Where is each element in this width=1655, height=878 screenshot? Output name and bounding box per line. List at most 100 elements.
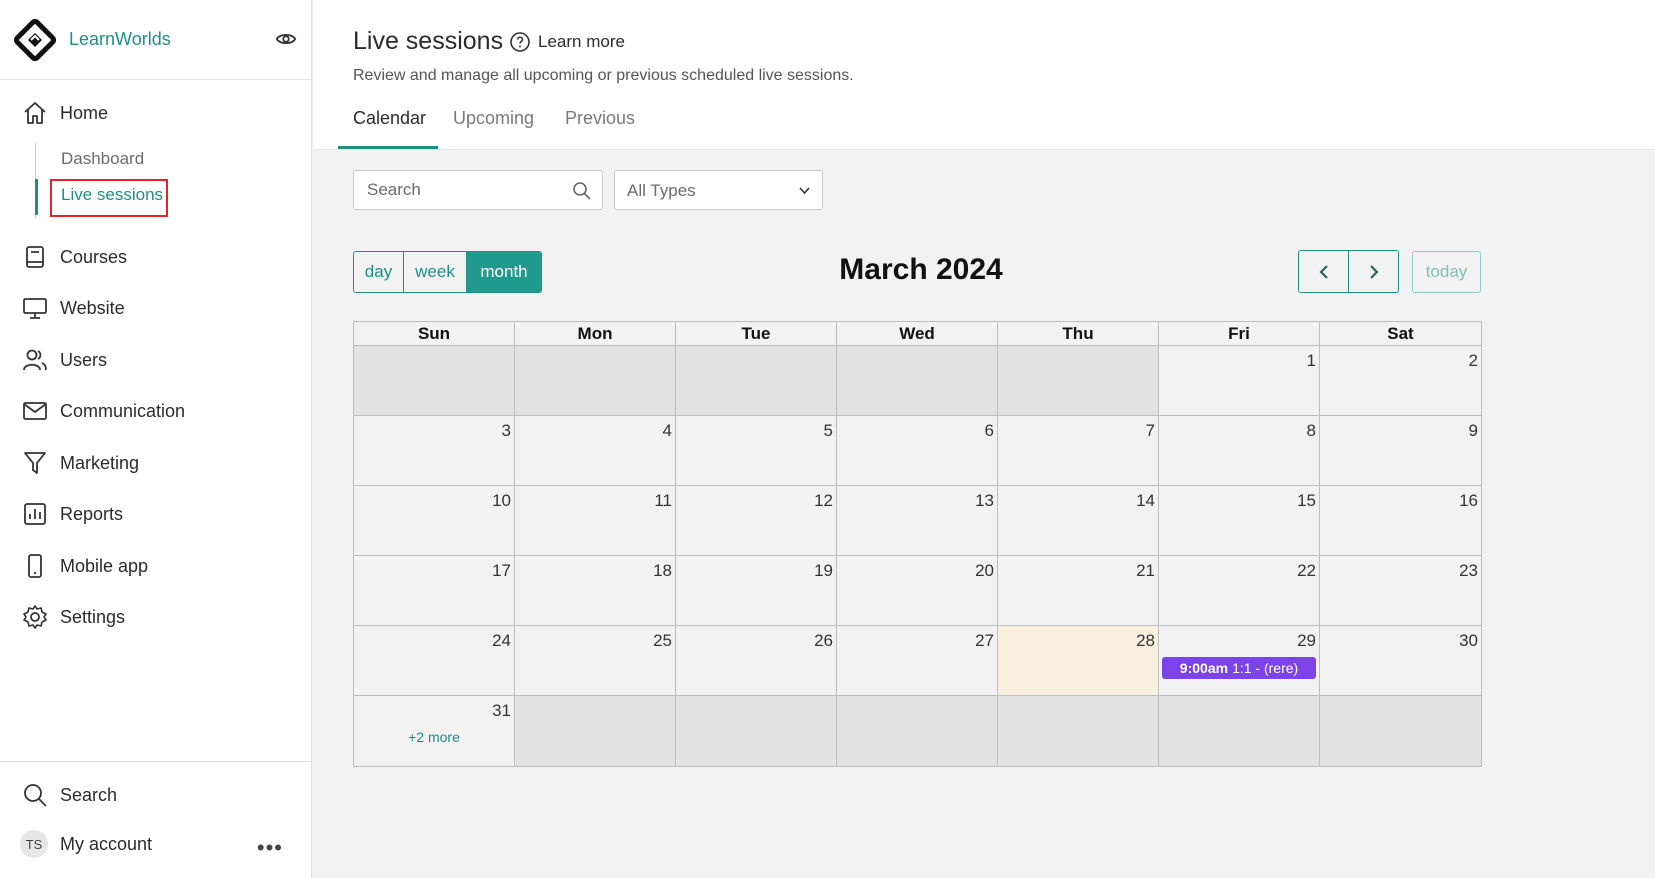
calendar-day-cell-empty[interactable] <box>837 696 998 766</box>
calendar-day-cell[interactable]: 29 9:00am 1:1 - (rere) <box>1159 626 1320 696</box>
view-month-button[interactable]: month <box>467 252 541 292</box>
day-number[interactable]: 18 <box>653 561 672 581</box>
type-select[interactable]: All Types <box>614 170 823 210</box>
sidebar-item-settings[interactable]: Settings <box>22 602 125 632</box>
day-number[interactable]: 15 <box>1297 491 1316 511</box>
sidebar-item-reports[interactable]: Reports <box>22 499 123 529</box>
tab-previous[interactable]: Previous <box>565 108 635 129</box>
calendar-day-cell[interactable]: 17 <box>354 556 515 626</box>
sidebar-item-courses[interactable]: Courses <box>22 242 127 272</box>
calendar-day-cell[interactable]: 22 <box>1159 556 1320 626</box>
calendar-day-cell[interactable]: 15 <box>1159 486 1320 556</box>
calendar-day-cell[interactable]: 30 <box>1320 626 1481 696</box>
calendar-day-cell[interactable]: 23 <box>1320 556 1481 626</box>
day-number[interactable]: 23 <box>1459 561 1478 581</box>
sidebar-item-communication[interactable]: Communication <box>22 396 185 426</box>
calendar-day-cell-empty[interactable] <box>676 346 837 416</box>
sidebar-item-marketing[interactable]: Marketing <box>22 448 139 478</box>
view-week-button[interactable]: week <box>404 252 467 292</box>
calendar-day-cell[interactable]: 5 <box>676 416 837 486</box>
day-number[interactable]: 16 <box>1459 491 1478 511</box>
day-number[interactable]: 20 <box>975 561 994 581</box>
prev-month-button[interactable] <box>1299 251 1349 292</box>
calendar-day-cell-empty[interactable] <box>1159 696 1320 766</box>
more-options-icon[interactable]: ••• <box>257 835 283 861</box>
calendar-day-cell[interactable]: 31 +2 more <box>354 696 515 766</box>
calendar-day-cell-empty[interactable] <box>354 346 515 416</box>
calendar-day-cell[interactable]: 26 <box>676 626 837 696</box>
calendar-day-cell[interactable]: 27 <box>837 626 998 696</box>
sidebar-item-home[interactable]: Home <box>22 98 108 128</box>
tab-upcoming[interactable]: Upcoming <box>453 108 534 129</box>
calendar-day-cell[interactable]: 24 <box>354 626 515 696</box>
day-number[interactable]: 13 <box>975 491 994 511</box>
day-number[interactable]: 21 <box>1136 561 1155 581</box>
day-number[interactable]: 10 <box>492 491 511 511</box>
calendar-day-cell[interactable]: 3 <box>354 416 515 486</box>
day-number[interactable]: 11 <box>654 491 672 511</box>
day-number[interactable]: 7 <box>1146 421 1155 441</box>
tab-calendar[interactable]: Calendar <box>353 108 426 129</box>
search-icon[interactable] <box>572 181 592 201</box>
day-number[interactable]: 26 <box>814 631 833 651</box>
calendar-day-cell[interactable]: 7 <box>998 416 1159 486</box>
calendar-day-cell[interactable]: 6 <box>837 416 998 486</box>
next-month-button[interactable] <box>1349 251 1398 292</box>
sidebar-item-users[interactable]: Users <box>22 345 107 375</box>
day-number[interactable]: 6 <box>985 421 994 441</box>
calendar-day-cell[interactable]: 16 <box>1320 486 1481 556</box>
view-day-button[interactable]: day <box>354 252 404 292</box>
sidebar-item-my-account[interactable]: TS My account <box>20 829 152 859</box>
calendar-day-cell[interactable]: 11 <box>515 486 676 556</box>
today-button[interactable]: today <box>1412 251 1481 293</box>
sidebar-item-website[interactable]: Website <box>22 293 125 323</box>
day-number[interactable]: 28 <box>1136 631 1155 651</box>
eye-icon[interactable] <box>275 28 297 50</box>
day-number[interactable]: 14 <box>1136 491 1155 511</box>
day-number[interactable]: 31 <box>492 701 511 721</box>
calendar-day-cell-empty[interactable] <box>837 346 998 416</box>
calendar-day-cell[interactable]: 8 <box>1159 416 1320 486</box>
day-number[interactable]: 30 <box>1459 631 1478 651</box>
day-number[interactable]: 8 <box>1307 421 1316 441</box>
calendar-day-cell[interactable]: 12 <box>676 486 837 556</box>
calendar-day-cell-empty[interactable] <box>515 696 676 766</box>
day-number[interactable]: 29 <box>1297 631 1316 651</box>
day-number[interactable]: 22 <box>1297 561 1316 581</box>
calendar-day-cell-empty[interactable] <box>998 696 1159 766</box>
calendar-event[interactable]: 9:00am 1:1 - (rere) <box>1162 657 1316 679</box>
day-number[interactable]: 12 <box>814 491 833 511</box>
day-number[interactable]: 27 <box>975 631 994 651</box>
calendar-day-cell[interactable]: 20 <box>837 556 998 626</box>
calendar-day-cell-empty[interactable] <box>1320 696 1481 766</box>
calendar-day-cell[interactable]: 18 <box>515 556 676 626</box>
calendar-day-cell-empty[interactable] <box>998 346 1159 416</box>
learn-more-link[interactable]: Learn more <box>509 31 625 53</box>
sidebar-subitem-dashboard[interactable]: Dashboard <box>61 149 144 169</box>
day-number[interactable]: 17 <box>492 561 511 581</box>
day-number[interactable]: 3 <box>502 421 511 441</box>
day-number[interactable]: 9 <box>1469 421 1478 441</box>
day-number[interactable]: 2 <box>1469 351 1478 371</box>
calendar-day-cell[interactable]: 25 <box>515 626 676 696</box>
calendar-day-cell-empty[interactable] <box>676 696 837 766</box>
sidebar-item-mobile-app[interactable]: Mobile app <box>22 551 148 581</box>
calendar-day-cell[interactable]: 21 <box>998 556 1159 626</box>
calendar-day-cell[interactable]: 19 <box>676 556 837 626</box>
calendar-day-cell[interactable]: 2 <box>1320 346 1481 416</box>
calendar-day-cell[interactable]: 13 <box>837 486 998 556</box>
calendar-day-cell[interactable]: 10 <box>354 486 515 556</box>
day-number[interactable]: 5 <box>824 421 833 441</box>
calendar-day-cell[interactable]: 9 <box>1320 416 1481 486</box>
search-input[interactable] <box>354 171 554 209</box>
day-number[interactable]: 25 <box>653 631 672 651</box>
calendar-day-cell-empty[interactable] <box>515 346 676 416</box>
calendar-day-cell[interactable]: 14 <box>998 486 1159 556</box>
day-number[interactable]: 1 <box>1307 351 1316 371</box>
learnworlds-logo-icon[interactable] <box>14 18 56 61</box>
day-number[interactable]: 24 <box>492 631 511 651</box>
calendar-day-cell[interactable]: 1 <box>1159 346 1320 416</box>
calendar-day-cell[interactable]: 28 <box>998 626 1159 696</box>
day-number[interactable]: 4 <box>663 421 672 441</box>
calendar-day-cell[interactable]: 4 <box>515 416 676 486</box>
